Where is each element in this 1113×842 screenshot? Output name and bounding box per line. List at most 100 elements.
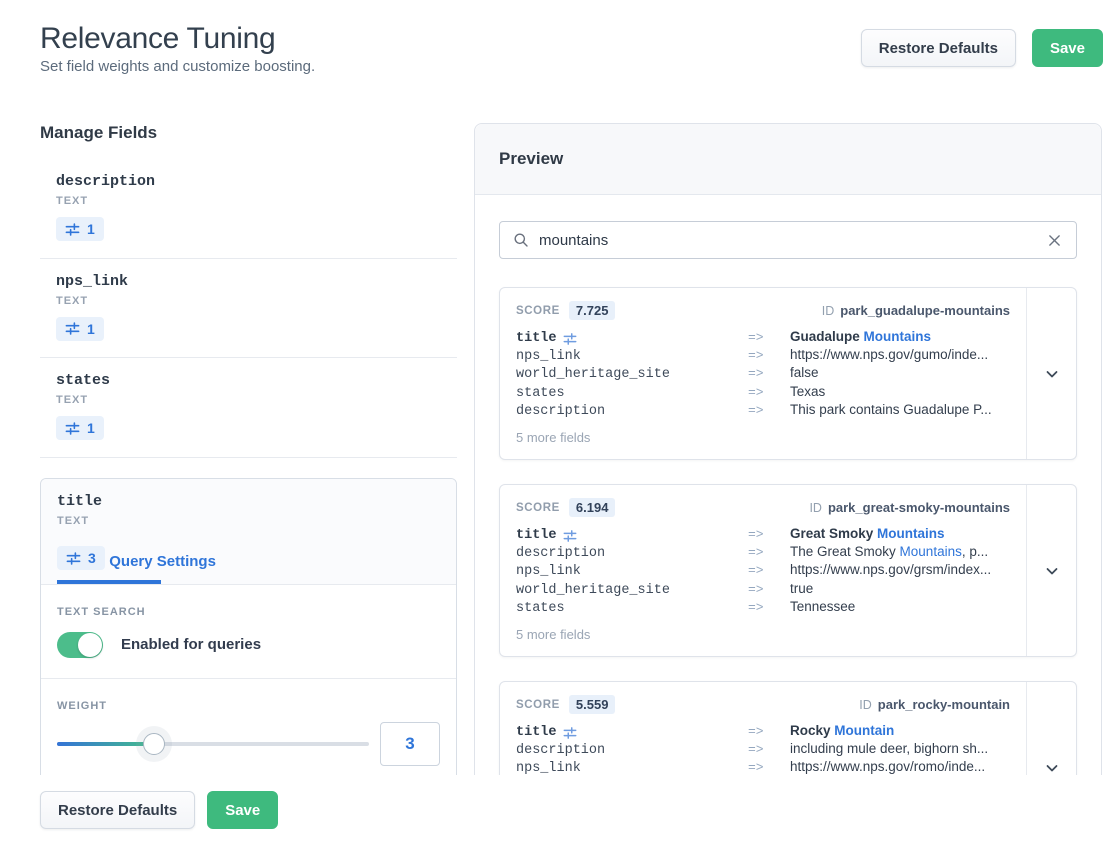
- fields-list: description TEXT 1 nps_link TEXT 1: [40, 159, 457, 458]
- clear-search-icon[interactable]: [1046, 232, 1063, 249]
- expand-result-button[interactable]: [1026, 288, 1076, 459]
- sliders-icon: [66, 551, 81, 566]
- toggle-knob: [78, 633, 102, 657]
- preview-header: Preview: [475, 124, 1101, 195]
- row-arrow: =>: [748, 742, 790, 758]
- footer-restore-defaults-button[interactable]: Restore Defaults: [40, 791, 195, 829]
- field-weight-value: 1: [87, 321, 95, 337]
- search-input[interactable]: [539, 232, 1046, 249]
- restore-defaults-button[interactable]: Restore Defaults: [861, 29, 1016, 67]
- row-key: title: [516, 725, 748, 741]
- row-arrow: =>: [748, 563, 790, 579]
- row-arrow: =>: [748, 582, 790, 598]
- row-arrow: =>: [748, 724, 790, 740]
- field-name: states: [56, 372, 441, 390]
- result-main: SCORE 7.725 ID park_guadalupe-mountains …: [500, 288, 1026, 459]
- row-arrow: =>: [748, 403, 790, 419]
- field-type: TEXT: [57, 515, 440, 527]
- field-weight-value: 1: [87, 420, 95, 436]
- field-row: world_heritage_site => true: [516, 581, 1010, 599]
- row-value: Great Smoky Mountains: [790, 526, 1010, 542]
- row-value: false: [790, 365, 1010, 381]
- field-list-item[interactable]: states TEXT 1: [40, 358, 457, 458]
- score-badge: 6.194: [569, 498, 616, 517]
- tab-query-settings[interactable]: Query Settings: [109, 553, 216, 570]
- row-key-text: title: [516, 528, 557, 544]
- row-arrow: =>: [748, 527, 790, 543]
- expand-result-button[interactable]: [1026, 682, 1076, 775]
- field-row: nps_link => https://www.nps.gov/gumo/ind…: [516, 347, 1010, 365]
- preview-panel: Preview: [474, 123, 1102, 775]
- row-key: states: [516, 386, 748, 402]
- result-id: park_great-smoky-mountains: [828, 500, 1010, 515]
- row-value: Rocky Mountain: [790, 723, 1010, 739]
- row-arrow: =>: [748, 760, 790, 775]
- sliders-icon: [563, 332, 577, 346]
- slider-fill: [57, 742, 154, 746]
- row-value: Guadalupe Mountains: [790, 329, 1010, 345]
- score-badge: 5.559: [569, 695, 616, 714]
- search-box: [499, 221, 1077, 259]
- result-main: SCORE 6.194 ID park_great-smoky-mountain…: [500, 485, 1026, 656]
- field-row: title => Guadalupe Mountains: [516, 329, 1010, 347]
- chevron-down-icon: [1044, 366, 1060, 382]
- chevron-down-icon: [1044, 760, 1060, 775]
- result-card: SCORE 7.725 ID park_guadalupe-mountains …: [499, 287, 1077, 460]
- row-key-text: world_heritage_site: [516, 367, 670, 383]
- field-weight-value: 3: [88, 550, 96, 566]
- weight-slider[interactable]: [57, 733, 369, 755]
- footer-save-button[interactable]: Save: [207, 791, 278, 829]
- score-row: SCORE 6.194 ID park_great-smoky-mountain…: [516, 498, 1010, 517]
- sliders-icon: [65, 222, 80, 237]
- score-label: SCORE: [516, 699, 560, 711]
- field-row: title => Great Smoky Mountains: [516, 526, 1010, 544]
- row-key: description: [516, 546, 748, 562]
- preview-column: Preview: [474, 123, 1102, 775]
- row-arrow: =>: [748, 385, 790, 401]
- result-id: park_guadalupe-mountains: [840, 303, 1010, 318]
- footer-bar: Restore Defaults Save: [0, 775, 1113, 842]
- field-row: description => The Great Smoky Mountains…: [516, 544, 1010, 562]
- field-rows: title => Guadalupe Mountains nps_link =>…: [516, 329, 1010, 420]
- page-subtitle: Set field weights and customize boosting…: [40, 57, 315, 77]
- row-key-text: nps_link: [516, 761, 581, 775]
- field-type: TEXT: [56, 295, 441, 307]
- selected-field-header[interactable]: title TEXT 3 Query Settings: [41, 479, 456, 584]
- row-value: This park contains Guadalupe P...: [790, 402, 1010, 418]
- field-list-item[interactable]: description TEXT 1: [40, 159, 457, 259]
- results-list: SCORE 7.725 ID park_guadalupe-mountains …: [499, 287, 1077, 775]
- row-key-text: states: [516, 601, 565, 617]
- result-main: SCORE 5.559 ID park_rocky-mountain title…: [500, 682, 1026, 775]
- row-value: Tennessee: [790, 599, 1010, 615]
- field-list-item[interactable]: nps_link TEXT 1: [40, 259, 457, 359]
- result-id-wrap: ID park_guadalupe-mountains: [822, 303, 1010, 318]
- text-search-toggle[interactable]: [57, 632, 103, 658]
- field-row: description => including mule deer, bigh…: [516, 741, 1010, 759]
- field-name: description: [56, 173, 441, 191]
- result-card: SCORE 5.559 ID park_rocky-mountain title…: [499, 681, 1077, 775]
- row-key: nps_link: [516, 349, 748, 365]
- chevron-down-icon: [1044, 563, 1060, 579]
- field-rows: title => Rocky Mountain description => i…: [516, 723, 1010, 775]
- weight-value-input[interactable]: 3: [380, 722, 440, 766]
- search-icon: [513, 232, 529, 248]
- weight-section: WEIGHT 3: [41, 678, 456, 776]
- row-key-text: description: [516, 546, 605, 562]
- row-key-text: nps_link: [516, 564, 581, 580]
- sliders-icon: [563, 529, 577, 543]
- field-row: title => Rocky Mountain: [516, 723, 1010, 741]
- id-label: ID: [822, 304, 835, 318]
- weight-label: WEIGHT: [57, 700, 440, 712]
- toggle-row: Enabled for queries: [57, 632, 440, 658]
- row-key-text: nps_link: [516, 349, 581, 365]
- row-key: title: [516, 331, 748, 347]
- score-row: SCORE 7.725 ID park_guadalupe-mountains: [516, 301, 1010, 320]
- slider-thumb[interactable]: [143, 733, 165, 755]
- row-value: https://www.nps.gov/grsm/index...: [790, 562, 1010, 578]
- expand-result-button[interactable]: [1026, 485, 1076, 656]
- row-key-text: title: [516, 331, 557, 347]
- score-label: SCORE: [516, 502, 560, 514]
- field-type: TEXT: [56, 394, 441, 406]
- save-button[interactable]: Save: [1032, 29, 1103, 67]
- field-row: description => This park contains Guadal…: [516, 402, 1010, 420]
